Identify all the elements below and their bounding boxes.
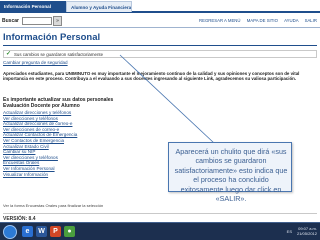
powerpoint-icon[interactable]: P xyxy=(50,226,61,237)
callout-pointer-line xyxy=(119,54,215,144)
word-icon[interactable]: W xyxy=(36,226,47,237)
callout-text: Aparecerá un chulito que dirá «sus cambi… xyxy=(174,147,288,204)
clock-date: 21/05/2012 xyxy=(296,231,317,236)
chrome-icon[interactable]: ● xyxy=(64,226,75,237)
language-indicator[interactable]: ES xyxy=(287,229,292,234)
callout-box: Aparecerá un chulito que dirá «sus cambi… xyxy=(168,142,292,203)
clock[interactable]: 09:07 a.m. 21/05/2012 xyxy=(297,226,317,236)
ie-icon[interactable]: e xyxy=(22,226,33,237)
taskbar: e W P ● ES 09:07 a.m. 21/05/2012 xyxy=(0,222,320,240)
start-button[interactable] xyxy=(3,225,17,239)
